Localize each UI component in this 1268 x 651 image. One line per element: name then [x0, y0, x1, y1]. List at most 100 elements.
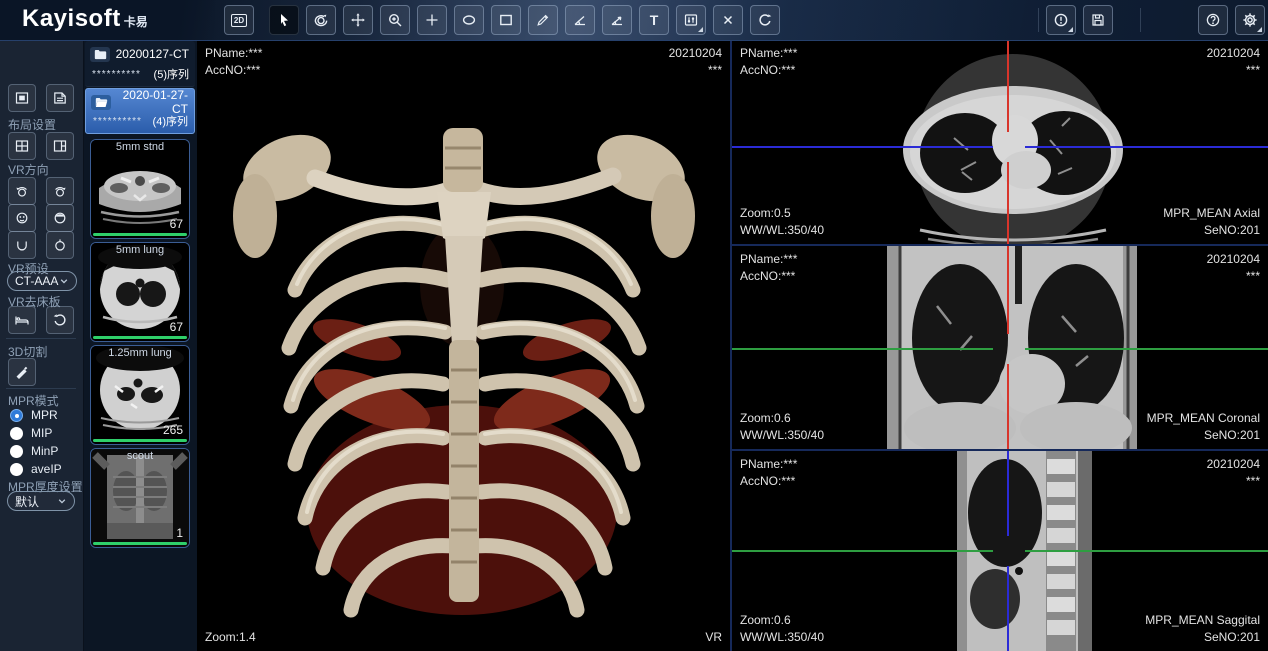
layout-split-button[interactable]: [46, 132, 74, 160]
accno-text: AccNO:***: [205, 62, 262, 79]
help-button[interactable]: [1198, 5, 1228, 35]
patient-info-overlay: PName:*** AccNO:***: [740, 251, 797, 285]
mpr-mode-radio-aveip[interactable]: aveIP: [10, 462, 62, 476]
vr-back-view-button[interactable]: [46, 204, 74, 232]
accno-text: AccNO:***: [740, 268, 797, 285]
reset-rotate-icon: [757, 12, 773, 28]
layout-grid-button[interactable]: [8, 132, 36, 160]
vr-top-view-button[interactable]: [46, 231, 74, 259]
mpr-coronal-viewport[interactable]: PName:*** AccNO:*** 20210204 *** Zoom:0.…: [732, 246, 1268, 451]
toolbar-settings-group: [1198, 5, 1265, 35]
mpr-mode-radio-minp[interactable]: MinP: [10, 444, 58, 458]
date-text: 20210204: [1207, 456, 1260, 473]
layout-single-button[interactable]: [8, 84, 36, 112]
info-button[interactable]: [1046, 5, 1076, 35]
date-text: 20210204: [1207, 251, 1260, 268]
date-text: 20210204: [669, 45, 722, 62]
study-item[interactable]: 20200127-CT ********** (5)序列: [85, 41, 195, 87]
vr-bottom-view-button[interactable]: [8, 231, 36, 259]
thumbnail-image-count: 67: [170, 320, 183, 334]
toolbar-separator: [1140, 8, 1141, 32]
head-rotate-left-icon: [14, 183, 30, 199]
logo-suffix: 卡易: [124, 13, 148, 30]
face-back-icon: [52, 210, 68, 226]
cut3d-button[interactable]: [8, 358, 36, 386]
pname-text: PName:***: [205, 45, 262, 62]
window-level-button[interactable]: [676, 5, 706, 35]
seno-text: SeNO:201: [1163, 222, 1260, 239]
cobb-angle-button[interactable]: [602, 5, 632, 35]
thumbnail-image: [91, 449, 189, 547]
vr-direction-section-label: VR方向: [8, 161, 49, 178]
settings-button[interactable]: [1235, 5, 1265, 35]
rect-roi-button[interactable]: [491, 5, 521, 35]
reset-view-button[interactable]: [750, 5, 780, 35]
mpr-thickness-select[interactable]: 默认: [7, 491, 75, 511]
vr-3d-render: [197, 40, 732, 651]
masked-text: ***: [1207, 268, 1260, 285]
info-icon: [1053, 12, 1069, 28]
series-thumbnail-125mm-lung[interactable]: 1.25mm lung 265: [90, 345, 190, 445]
date-text: 20210204: [1207, 45, 1260, 62]
logo-text: Kayisoft: [22, 5, 121, 33]
vr-front-view-button[interactable]: [8, 204, 36, 232]
zoom-overlay: Zoom:1.4: [205, 629, 256, 646]
series-thumbnail-5mm-lung[interactable]: 5mm lung 67: [90, 242, 190, 342]
mpr-mode-radio-mpr[interactable]: MPR: [10, 408, 58, 422]
vr-viewport[interactable]: PName:*** AccNO:*** 20210204 *** Zoom:1.…: [197, 40, 732, 651]
mpr-mode-radio-mip[interactable]: MIP: [10, 426, 52, 440]
vr-rotate-left-button[interactable]: [8, 177, 36, 205]
study-masked-id: **********: [92, 69, 141, 80]
delete-annotation-button[interactable]: [713, 5, 743, 35]
thumbnail-label: 5mm lung: [91, 244, 189, 256]
chevron-down-icon: [59, 276, 69, 286]
toolbar-info-group: [1046, 5, 1113, 35]
study-item-selected[interactable]: 2020-01-27-CT ********** (4)序列: [85, 88, 195, 134]
zoom-text: Zoom:0.6: [740, 410, 824, 427]
study-series-count: (5)序列: [154, 66, 189, 82]
pencil-icon: [535, 12, 551, 28]
radio-label: MIP: [31, 426, 52, 440]
ellipse-roi-button[interactable]: [454, 5, 484, 35]
thumbnail-progress-bar: [93, 542, 187, 545]
mpr-sagittal-viewport[interactable]: PName:*** AccNO:*** 20210204 *** Zoom:0.…: [732, 451, 1268, 651]
series-thumbnail-scout[interactable]: scout 1: [90, 448, 190, 548]
radio-icon: [10, 445, 23, 458]
radio-label: MinP: [31, 444, 58, 458]
close-x-icon: [720, 12, 736, 28]
pan-tool-button[interactable]: [343, 5, 373, 35]
series-sidebar: 20200127-CT ********** (5)序列 2020-01-27-…: [84, 40, 197, 651]
measure-line-button[interactable]: [528, 5, 558, 35]
view-2d-button[interactable]: 2D: [224, 5, 254, 35]
crosshair-tool-button[interactable]: [417, 5, 447, 35]
zoom-text: Zoom:0.5: [740, 205, 824, 222]
zoom-wwwl-overlay: Zoom:0.6 WW/WL:350/40: [740, 410, 824, 444]
series-thumbnail-5mm-stnd[interactable]: 5mm stnd 67: [90, 139, 190, 239]
zoom-tool-button[interactable]: [380, 5, 410, 35]
wwwl-text: WW/WL:350/40: [740, 427, 824, 444]
top-toolbar: Kayisoft 卡易 2D: [0, 0, 1268, 41]
bed-icon: [14, 312, 30, 328]
study-date-overlay: 20210204 ***: [1207, 251, 1260, 285]
pname-text: PName:***: [740, 251, 797, 268]
mpr-axial-viewport[interactable]: PName:*** AccNO:*** 20210204 *** Zoom:0.…: [732, 40, 1268, 246]
masked-text: ***: [669, 62, 722, 79]
rotate-3d-button[interactable]: [306, 5, 336, 35]
vr-preset-select[interactable]: CT-AAA: [7, 271, 77, 291]
toolbar-separator: [1038, 8, 1039, 32]
layout-alt-button[interactable]: [46, 84, 74, 112]
radio-selected-icon: [10, 409, 23, 422]
mpr-label-text: MPR_MEAN Coronal: [1147, 410, 1260, 427]
cursor-tool-button[interactable]: [269, 5, 299, 35]
left-tool-sidebar: 布局设置 VR方向: [0, 40, 84, 651]
vr-rotate-right-button[interactable]: [46, 177, 74, 205]
remove-bed-button[interactable]: [8, 306, 36, 334]
save-button[interactable]: [1083, 5, 1113, 35]
zoom-text: Zoom:1.4: [205, 629, 256, 646]
angle-icon: [572, 12, 588, 28]
text-annotation-button[interactable]: T: [639, 5, 669, 35]
magnifier-plus-icon: [387, 12, 403, 28]
measure-angle-button[interactable]: [565, 5, 595, 35]
head-top-icon: [52, 237, 68, 253]
restore-bed-button[interactable]: [46, 306, 74, 334]
